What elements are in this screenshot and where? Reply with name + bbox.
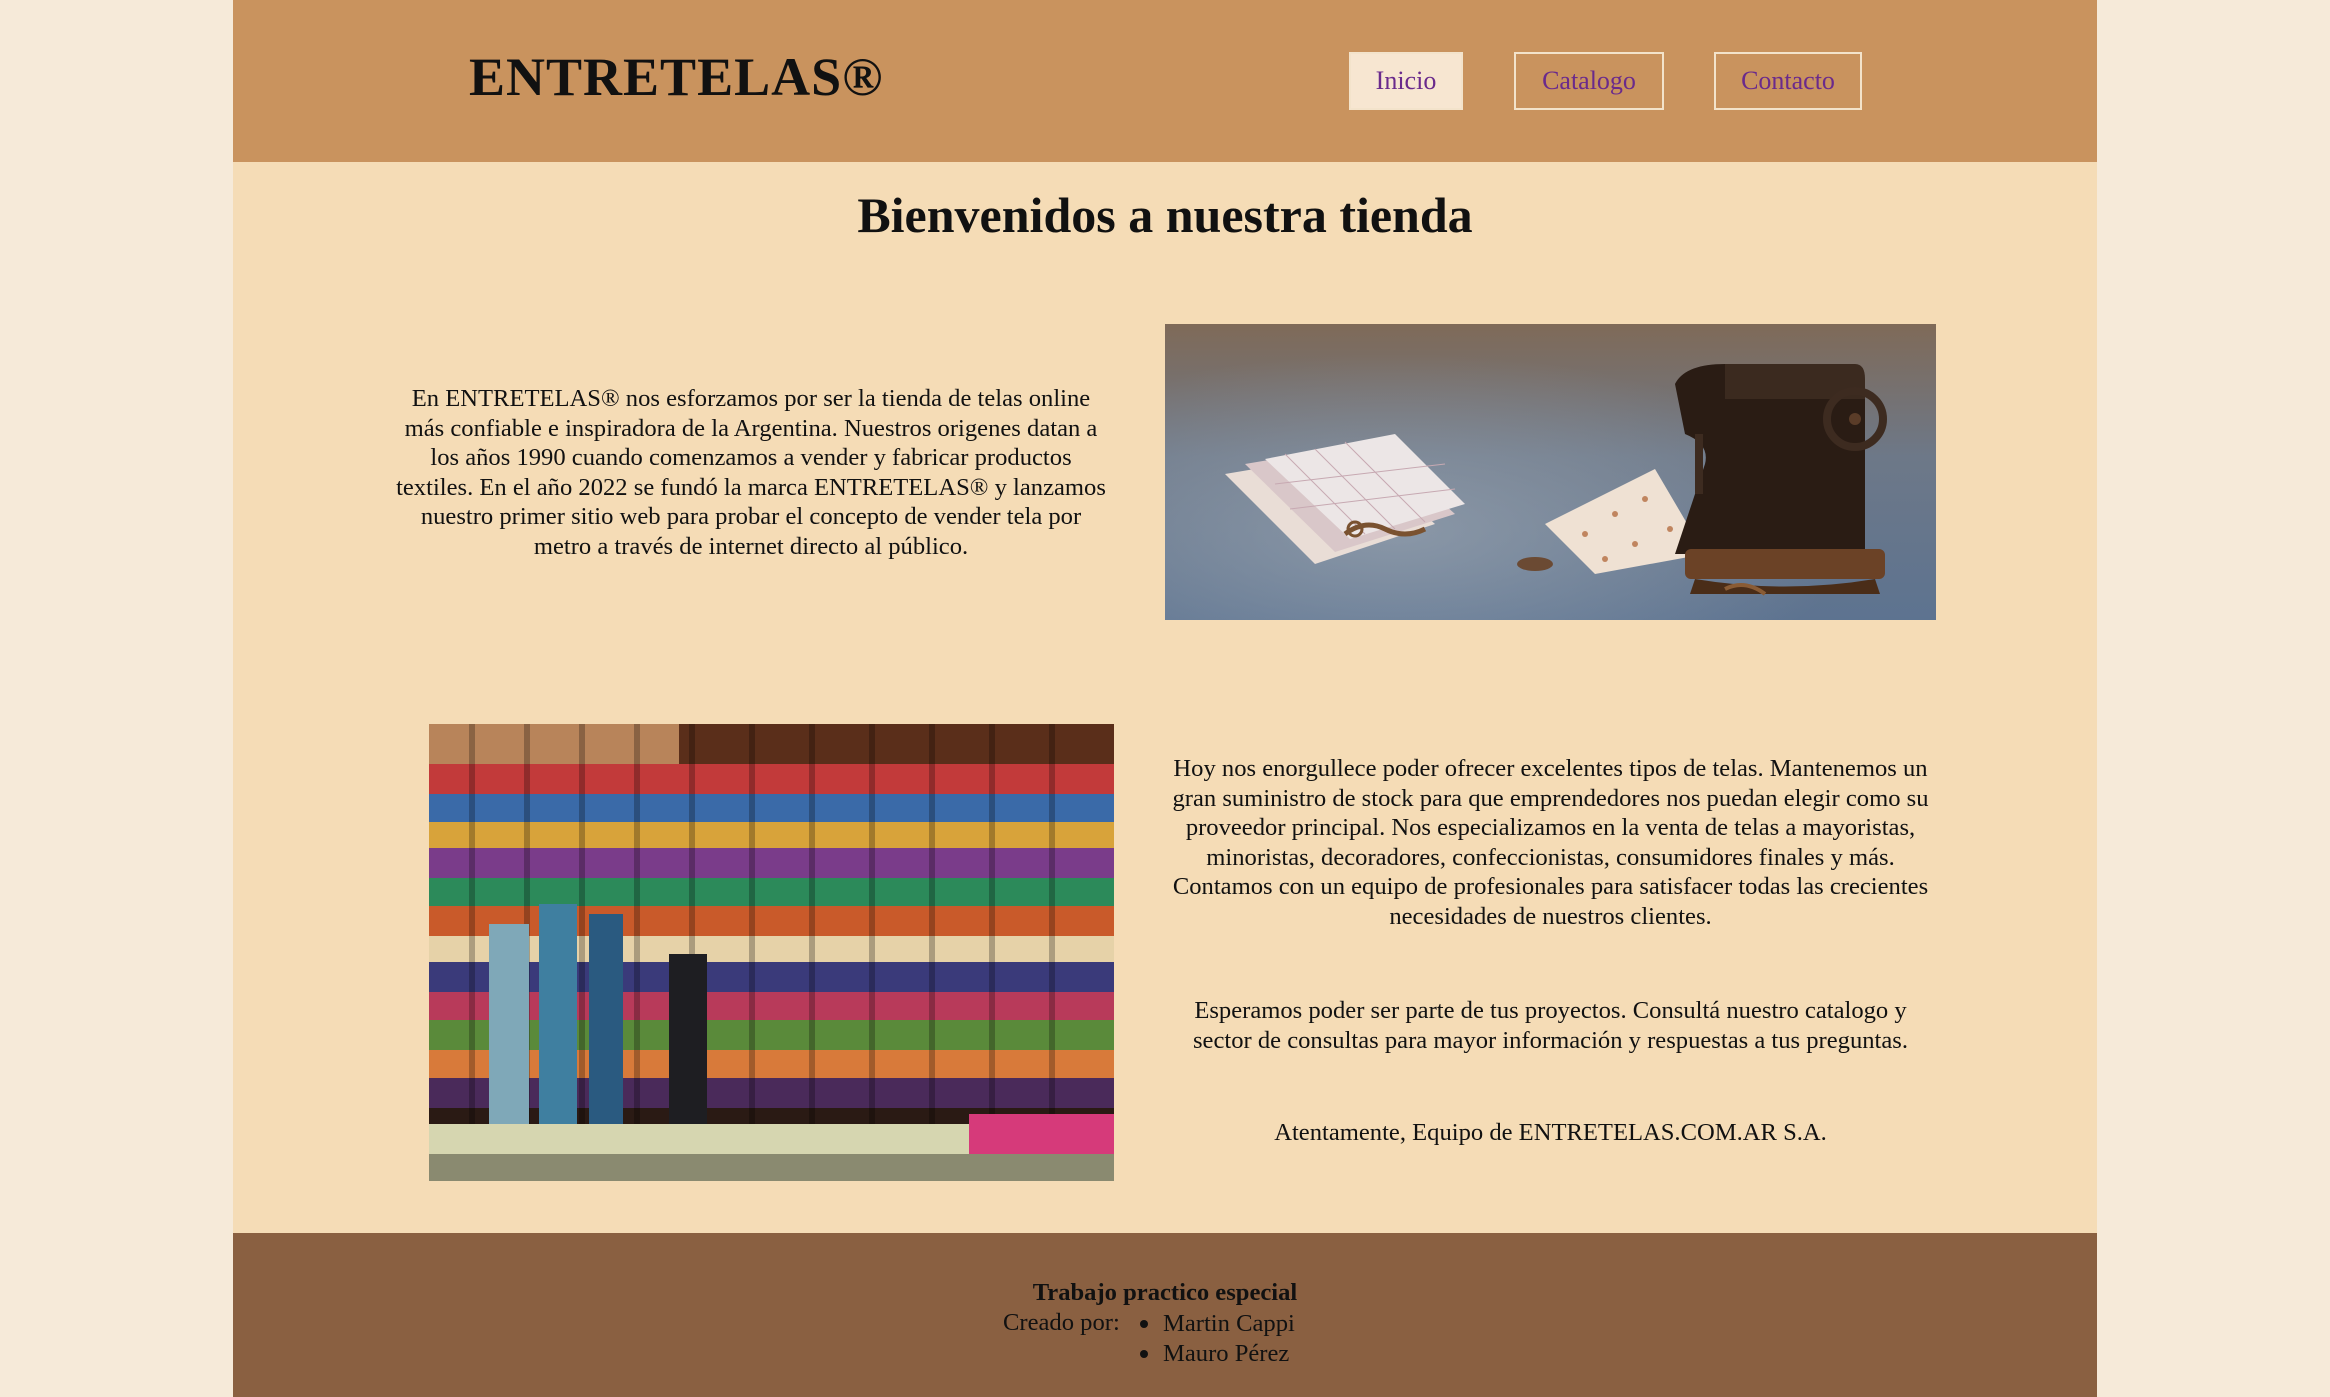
offer-paragraph: Hoy nos enorgullece poder ofrecer excele…: [1172, 755, 1929, 930]
hope-paragraph: Esperamos poder ser parte de tus proyect…: [1192, 997, 1909, 1054]
sewing-machine-image: [1165, 324, 1936, 620]
page-container: ENTRETELAS® Inicio Catalogo Contacto Bie…: [233, 0, 2097, 1397]
footer-created-by: Creado por:: [1003, 1309, 1120, 1336]
author-name: Mauro Pérez: [1163, 1339, 1290, 1367]
page-title: Bienvenidos a nuestra tienda: [857, 187, 1473, 243]
author-name: Martin Cappi: [1163, 1310, 1295, 1337]
bullet-icon: [1140, 1320, 1148, 1328]
site-footer: Trabajo practico especial Creado por: Ma…: [233, 1233, 2097, 1397]
nav-contacto[interactable]: Contacto: [1714, 52, 1862, 110]
list-item: Mauro Pérez: [1140, 1339, 1295, 1369]
fabric-shelves-image: [429, 724, 1114, 1181]
footer-title: Trabajo practico especial: [1032, 1279, 1298, 1306]
nav-inicio[interactable]: Inicio: [1349, 52, 1463, 110]
authors-list: Martin Cappi Mauro Pérez: [1140, 1309, 1295, 1369]
intro-paragraph: En ENTRETELAS® nos esforzamos por ser la…: [396, 385, 1106, 560]
list-item: Martin Cappi: [1140, 1309, 1295, 1339]
site-logo[interactable]: ENTRETELAS®: [469, 46, 883, 108]
bullet-icon: [1140, 1349, 1148, 1358]
site-header: ENTRETELAS® Inicio Catalogo Contacto: [233, 0, 2097, 162]
signature-paragraph: Atentamente, Equipo de ENTRETELAS.COM.AR…: [1274, 1119, 1827, 1146]
nav-catalogo[interactable]: Catalogo: [1514, 52, 1664, 110]
